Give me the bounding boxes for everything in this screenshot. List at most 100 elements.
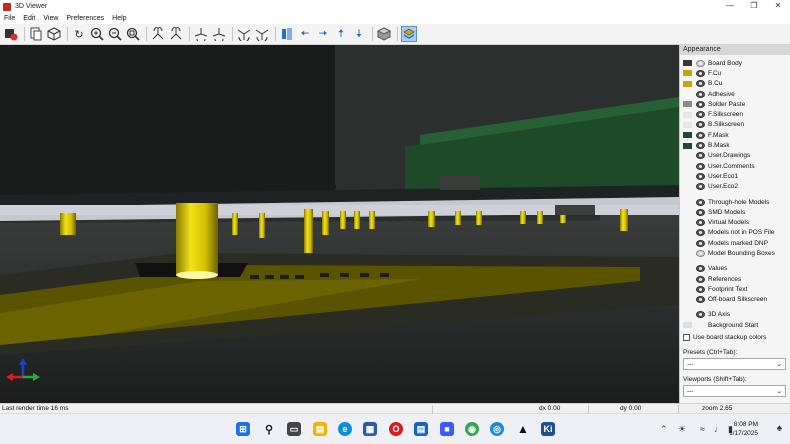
layer-color-swatch[interactable] [683, 70, 692, 77]
maximize-icon[interactable]: ❐ [742, 0, 766, 13]
edge-icon[interactable]: e [338, 422, 352, 436]
wifi-icon[interactable]: ≈ [700, 424, 705, 434]
visibility-icon[interactable] [696, 100, 705, 108]
layer-row-b-silkscreen[interactable]: B.Silkscreen [683, 120, 790, 130]
notification-bell-icon[interactable]: ♠ [777, 423, 782, 434]
browser-icon[interactable]: ◎ [490, 422, 504, 436]
layer-row-b-cu[interactable]: B.Cu [683, 79, 790, 89]
model-row-not-in-pos[interactable]: Models not in POS File [683, 228, 790, 238]
use-stackup-checkbox-row[interactable]: Use board stackup colors [683, 332, 790, 343]
visibility-icon[interactable] [696, 275, 705, 283]
use-stackup-checkbox[interactable] [683, 334, 690, 342]
search-icon[interactable]: ⚲ [262, 422, 276, 436]
volume-icon[interactable]: ♩ [714, 424, 723, 434]
start-icon[interactable]: ⊞ [236, 422, 250, 436]
chevron-up-icon[interactable]: ⌃ [660, 424, 668, 435]
menu-file[interactable]: File [4, 15, 15, 22]
layer-row-user-eco2[interactable]: User.Eco2 [683, 182, 790, 192]
visibility-icon[interactable] [696, 121, 705, 129]
menu-edit[interactable]: Edit [23, 15, 35, 22]
visibility-icon[interactable] [696, 208, 705, 216]
layer-row-f-mask[interactable]: F.Mask [683, 130, 790, 140]
zoom-in-icon[interactable] [89, 26, 105, 42]
layer-row-solder-paste[interactable]: Solder Paste [683, 99, 790, 109]
flip-board-icon[interactable] [279, 26, 295, 42]
visibility-icon[interactable] [696, 69, 705, 77]
layer-row-f-silkscreen[interactable]: F.Silkscreen [683, 109, 790, 119]
model-row-smd[interactable]: SMD Models [683, 207, 790, 217]
rotate-y-cw-icon[interactable] [193, 26, 209, 42]
viewports-dropdown[interactable]: --- ⌄ [683, 385, 786, 398]
visibility-icon[interactable] [696, 183, 705, 191]
visibility-icon[interactable] [696, 142, 705, 150]
text-row-footprint-text[interactable]: Footprint Text [683, 284, 790, 294]
show-layers-icon[interactable] [401, 26, 417, 42]
pan-left-icon[interactable]: 🠤 [297, 26, 313, 42]
visibility-icon[interactable] [696, 296, 705, 304]
cube-view-icon[interactable] [46, 26, 62, 42]
rotate-y-ccw-icon[interactable] [211, 26, 227, 42]
layer-color-swatch[interactable] [683, 60, 692, 67]
visibility-icon[interactable] [696, 311, 705, 319]
visibility-icon[interactable] [696, 249, 705, 257]
pan-right-icon[interactable]: 🠦 [315, 26, 331, 42]
presets-dropdown[interactable]: --- ⌄ [683, 358, 786, 371]
copy-icon[interactable] [28, 26, 44, 42]
file-explorer-icon[interactable]: ▤ [313, 422, 327, 436]
clock[interactable]: 8:08 PM 1/17/2025 [729, 420, 758, 438]
text-row-values[interactable]: Values [683, 264, 790, 274]
layer-row-f-cu[interactable]: F.Cu [683, 68, 790, 78]
layer-row-user-comments[interactable]: User.Comments [683, 161, 790, 171]
document-icon[interactable]: ▤ [414, 422, 428, 436]
rotate-z-ccw-icon[interactable] [254, 26, 270, 42]
layer-color-swatch[interactable] [683, 101, 692, 108]
3d-viewport[interactable] [0, 45, 679, 403]
background-color-swatch[interactable] [683, 322, 692, 329]
text-row-off-board-silkscreen[interactable]: Off-board Silkscreen [683, 295, 790, 305]
pan-down-icon[interactable]: 🠧 [351, 26, 367, 42]
visibility-icon[interactable] [696, 90, 705, 98]
zoom-out-icon[interactable] [107, 26, 123, 42]
model-row-dnp[interactable]: Models marked DNP [683, 238, 790, 248]
model-row-through-hole[interactable]: Through-hole Models [683, 197, 790, 207]
visibility-icon[interactable] [696, 229, 705, 237]
row-3d-axis[interactable]: 3D Axis [683, 310, 790, 320]
menu-help[interactable]: Help [112, 15, 126, 22]
layer-row-b-mask[interactable]: B.Mask [683, 140, 790, 150]
visibility-icon[interactable] [696, 59, 705, 67]
app-icon-dark[interactable]: ▲ [516, 422, 530, 436]
visibility-icon[interactable] [696, 285, 705, 293]
menu-view[interactable]: View [43, 15, 58, 22]
layer-row-user-eco1[interactable]: User.Eco1 [683, 171, 790, 181]
rotate-x-cw-icon[interactable] [150, 26, 166, 42]
app-icon-blue[interactable]: ■ [440, 422, 454, 436]
visibility-icon[interactable] [696, 219, 705, 227]
opera-icon[interactable]: O [389, 422, 403, 436]
minimize-icon[interactable]: — [718, 0, 742, 13]
menu-preferences[interactable]: Preferences [66, 15, 104, 22]
row-background-start[interactable]: Background Start [683, 320, 790, 330]
task-view-icon[interactable]: ▭ [287, 422, 301, 436]
visibility-icon[interactable] [696, 239, 705, 247]
rotate-z-cw-icon[interactable] [236, 26, 252, 42]
layer-color-swatch[interactable] [683, 80, 692, 87]
visibility-icon[interactable] [696, 172, 705, 180]
chrome-icon[interactable]: ◉ [465, 422, 479, 436]
visibility-icon[interactable] [696, 131, 705, 139]
layer-row-adhesive[interactable]: Adhesive [683, 89, 790, 99]
render-icon[interactable] [3, 26, 19, 42]
visibility-icon[interactable] [696, 265, 705, 273]
text-row-references[interactable]: References [683, 274, 790, 284]
visibility-icon[interactable] [696, 152, 705, 160]
visibility-icon[interactable] [696, 80, 705, 88]
rotate-x-ccw-icon[interactable] [168, 26, 184, 42]
pan-up-icon[interactable]: 🠥 [333, 26, 349, 42]
visibility-icon[interactable] [696, 198, 705, 206]
kicad-icon[interactable]: Ki [541, 422, 555, 436]
orthographic-icon[interactable] [376, 26, 392, 42]
layer-color-swatch[interactable] [683, 121, 692, 128]
layer-color-swatch[interactable] [683, 142, 692, 149]
visibility-icon[interactable] [696, 162, 705, 170]
model-row-virtual[interactable]: Virtual Models [683, 217, 790, 227]
layer-row-user-drawings[interactable]: User.Drawings [683, 151, 790, 161]
